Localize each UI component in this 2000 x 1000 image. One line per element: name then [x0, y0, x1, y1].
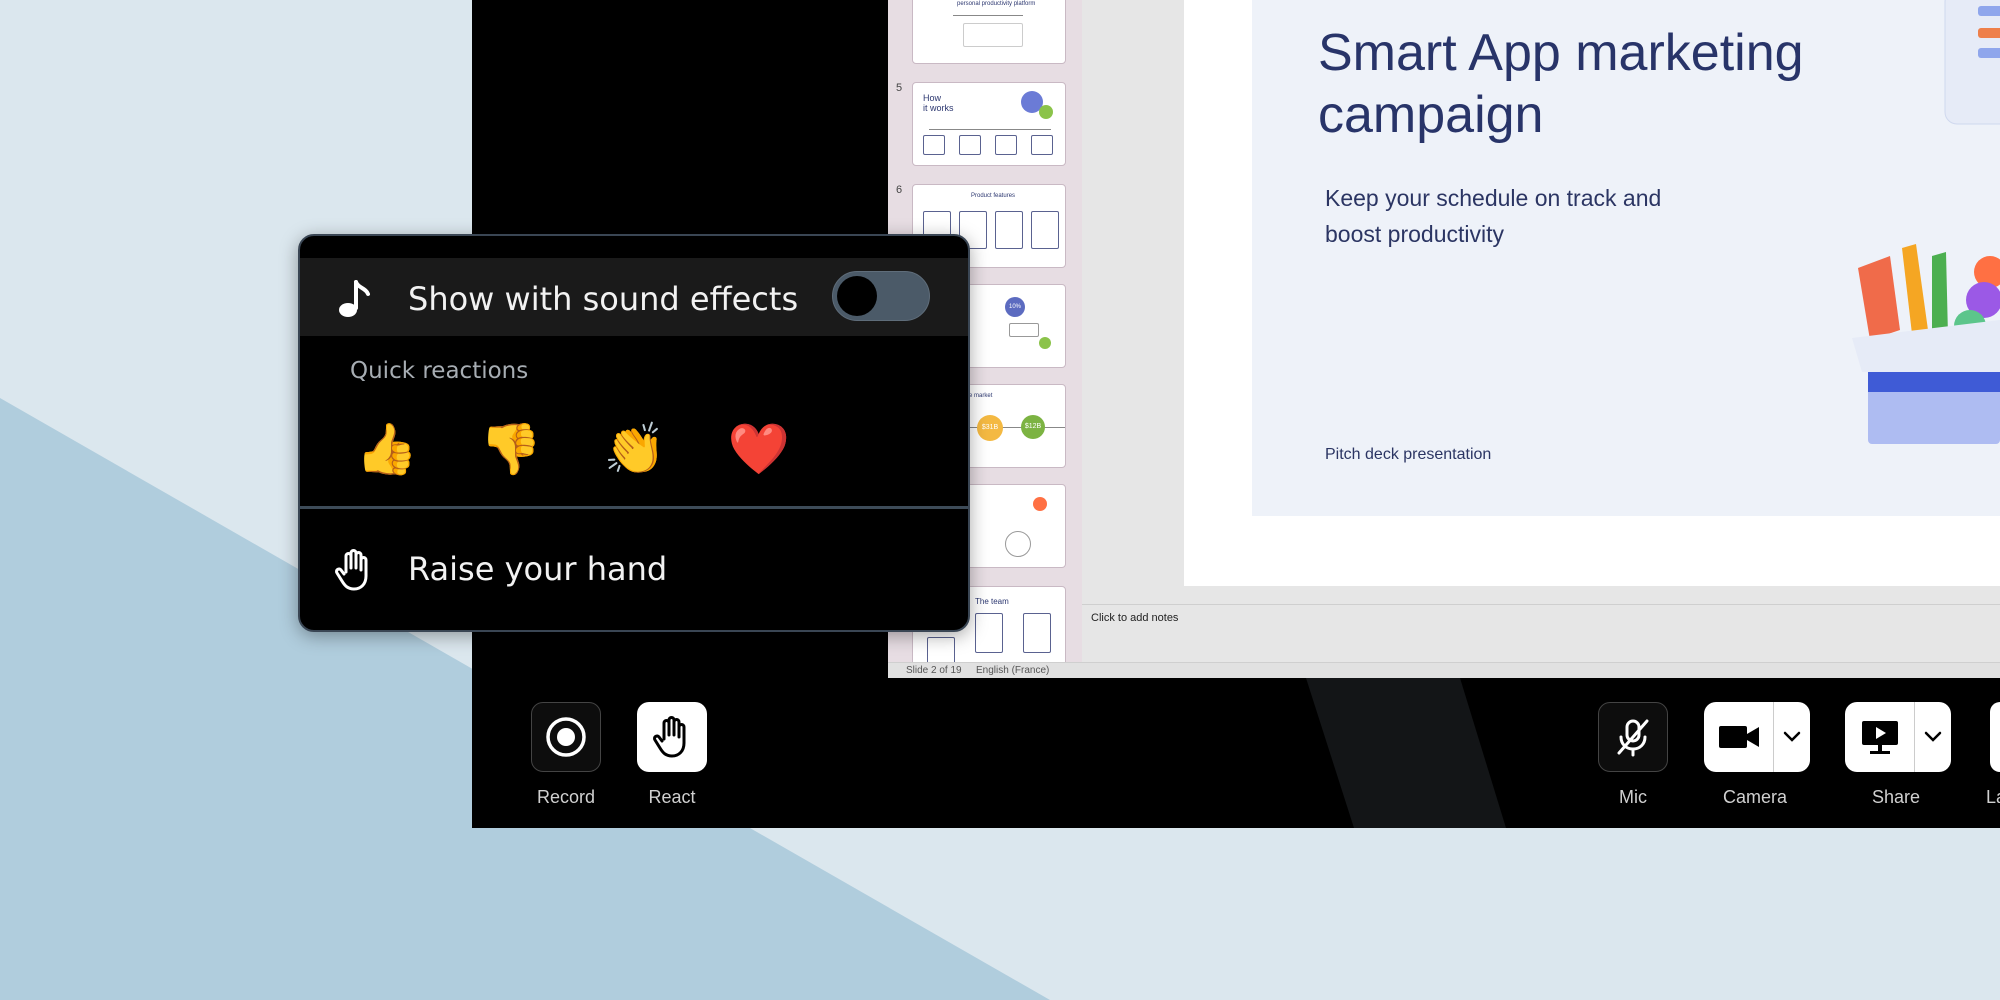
share-label: Share	[1871, 787, 1921, 807]
share-button-group	[1845, 702, 1951, 772]
slide-count: Slide 2 of 19	[906, 665, 962, 676]
slide-title-line: Smart App marketing	[1318, 24, 1804, 82]
slide-title-line: campaign	[1318, 86, 1544, 144]
sound-effects-toggle[interactable]	[832, 271, 930, 321]
mic-button[interactable]	[1598, 702, 1668, 772]
record-button[interactable]	[531, 702, 601, 772]
thumb-box	[995, 135, 1017, 155]
thumb-box	[1031, 211, 1059, 249]
chevron-down-icon	[1924, 731, 1942, 742]
slide-subtitle-line: Keep your schedule on track and	[1325, 185, 1662, 211]
slide-footer: Pitch deck presentation	[1325, 446, 1492, 463]
thumb-box	[959, 135, 981, 155]
raise-hand-label[interactable]: Raise your hand	[408, 550, 667, 588]
slide-number: 5	[896, 82, 903, 94]
camera-options-button[interactable]	[1774, 702, 1810, 772]
react-button[interactable]	[637, 702, 707, 772]
reaction-laugh[interactable]: 😆	[848, 414, 918, 484]
record-icon	[546, 717, 586, 757]
thumb-dashboard	[963, 23, 1023, 47]
camera-button-group	[1704, 702, 1810, 772]
slide-number: 6	[896, 184, 903, 196]
thumb-value: $31B	[977, 415, 1003, 441]
status-bar: Slide 2 of 19 English (France)	[888, 662, 2000, 678]
share-button[interactable]	[1845, 702, 1915, 772]
thumb-title: How	[923, 93, 942, 103]
thumb-line	[929, 129, 1051, 130]
slide-thumbnail-4[interactable]: personal productivity platform	[912, 0, 1066, 64]
slide-title: Smart App marketing campaign	[1318, 22, 1918, 146]
thumb-illustration	[1039, 337, 1051, 349]
thumb-title: personal productivity platform	[957, 1, 1036, 7]
share-screen-icon	[1861, 721, 1898, 754]
thumb-badge: 10%	[1005, 297, 1025, 317]
chevron-down-icon	[1783, 731, 1801, 742]
mic-muted-icon	[1617, 719, 1649, 757]
notes-pane[interactable]	[1082, 604, 2000, 662]
thumb-value: $12B	[1021, 415, 1045, 439]
notes-placeholder: Click to add notes	[1091, 612, 1179, 624]
reaction-thumbs-down[interactable]: 👎	[476, 414, 546, 484]
thumb-box	[1031, 135, 1053, 155]
slide-subtitle: Keep your schedule on track and boost pr…	[1325, 180, 1745, 252]
slide-thumbnail-5[interactable]: How it works	[912, 82, 1066, 166]
reaction-heart[interactable]: ❤️	[724, 414, 794, 484]
thumb-title: it works	[923, 103, 954, 113]
camera-label: Camera	[1722, 787, 1788, 807]
thumb-illustration	[1039, 105, 1053, 119]
sound-effects-row[interactable]: Show with sound effects	[300, 258, 968, 336]
raise-hand-icon[interactable]	[334, 548, 374, 592]
quick-reactions-heading: Quick reactions	[350, 358, 529, 384]
toolbar-stripe-decoration	[1306, 678, 1506, 828]
mic-label: Mic	[1619, 787, 1647, 807]
thumb-illustration	[1005, 531, 1031, 557]
reaction-clap[interactable]: 👏	[600, 414, 670, 484]
camera-button[interactable]	[1704, 702, 1774, 772]
thumb-box	[995, 211, 1023, 249]
reactions-popup: Show with sound effects Quick reactions …	[298, 234, 970, 632]
thumb-box	[923, 135, 945, 155]
raise-hand-icon	[653, 716, 686, 758]
thumb-line	[953, 15, 1023, 16]
react-label: React	[648, 787, 696, 807]
thumb-title: The team	[975, 597, 1009, 606]
thumb-illustration	[1033, 497, 1047, 511]
record-label: Record	[536, 787, 596, 807]
sound-effects-label: Show with sound effects	[408, 280, 799, 318]
layout-label: La	[1986, 787, 2000, 807]
music-note-icon	[339, 280, 370, 317]
thumb-title: Product features	[971, 193, 1016, 199]
video-camera-icon	[1718, 726, 1759, 748]
thumb-box	[975, 613, 1003, 653]
thumb-box	[1023, 613, 1051, 653]
language-indicator: English (France)	[976, 665, 1050, 676]
slide-subtitle-line: boost productivity	[1325, 221, 1504, 247]
layout-button[interactable]	[1990, 702, 2000, 772]
toggle-knob	[837, 276, 877, 316]
thumb-illustration	[1009, 323, 1039, 337]
pencil-box-illustration	[1852, 0, 2000, 444]
share-options-button[interactable]	[1915, 702, 1951, 772]
reaction-thumbs-up[interactable]: 👍	[352, 414, 422, 484]
popup-divider	[300, 506, 968, 509]
